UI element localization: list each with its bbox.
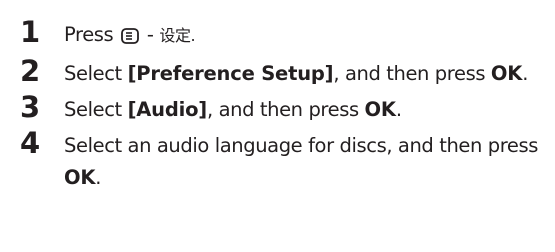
step-number: 2 bbox=[20, 54, 41, 88]
step-text-part: . bbox=[395, 98, 402, 121]
step-text-part: 设定. bbox=[159, 26, 196, 45]
ok-button-label: OK bbox=[64, 166, 96, 189]
step-text-part: Select bbox=[64, 62, 128, 85]
step-3: 3 Select [Audio], and then press OK. bbox=[20, 90, 550, 126]
step-text-part: . bbox=[522, 62, 528, 85]
step-2: 2 Select [Preference Setup], and then pr… bbox=[20, 54, 550, 90]
step-number: 4 bbox=[20, 126, 41, 160]
step-text-part: , and then press bbox=[333, 62, 491, 85]
step-text: Select an audio language for discs, and … bbox=[64, 130, 550, 194]
step-text-part: - bbox=[141, 23, 160, 46]
step-text: Press - 设定. bbox=[64, 19, 550, 54]
menu-option-label: [Audio] bbox=[127, 98, 208, 121]
step-text-part: Press bbox=[64, 23, 120, 46]
step-4: 4 Select an audio language for discs, an… bbox=[20, 126, 550, 194]
step-text-part: Select an audio language for discs, and … bbox=[64, 134, 539, 157]
menu-option-label: [Preference Setup] bbox=[127, 62, 334, 85]
ok-button-label: OK bbox=[490, 62, 523, 85]
step-text: Select [Audio], and then press OK. bbox=[64, 94, 550, 126]
step-text-part: . bbox=[95, 166, 102, 189]
step-number: 3 bbox=[20, 90, 41, 124]
ok-button-label: OK bbox=[364, 98, 396, 121]
menu-button-icon bbox=[121, 22, 140, 54]
step-1: 1 Press - 设定. bbox=[20, 15, 550, 54]
step-number: 1 bbox=[20, 15, 41, 49]
step-text: Select [Preference Setup], and then pres… bbox=[64, 58, 550, 90]
step-text-part: Select bbox=[64, 98, 128, 121]
step-text-part: , and then press bbox=[207, 98, 365, 121]
instruction-steps: 1 Press - 设定. 2 Select [Preference Setup… bbox=[20, 15, 550, 198]
